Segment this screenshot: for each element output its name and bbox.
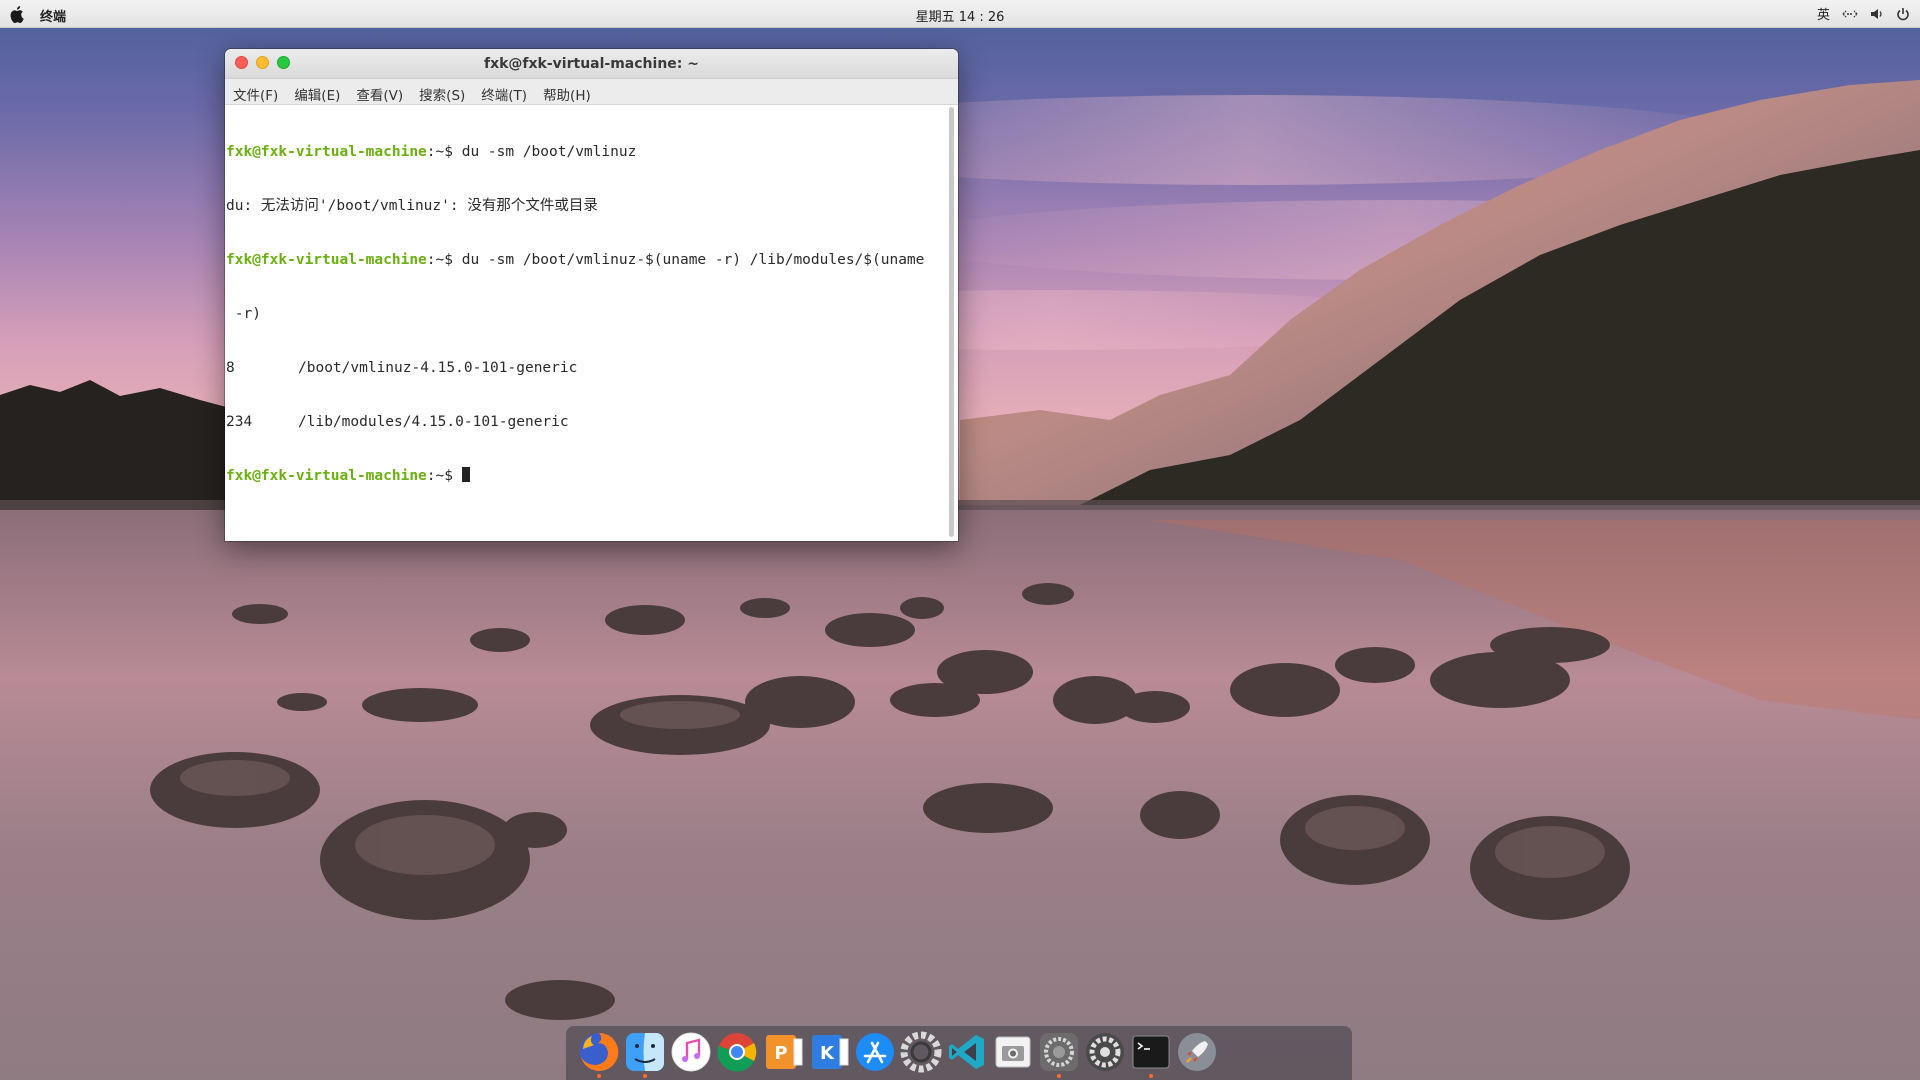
dock-item-vscode[interactable] [944,1029,990,1075]
screenshot-icon [995,1036,1031,1068]
command-text: du -sm /boot/vmlinuz [461,144,637,160]
finder-icon [626,1033,664,1071]
kingsoft-writer-icon: K [812,1035,849,1069]
running-indicator [1149,1074,1153,1078]
running-indicator [597,1074,601,1078]
terminal-line: fxk@fxk-virtual-machine:~$ du -sm /boot/… [226,143,945,161]
terminal-line: fxk@fxk-virtual-machine:~$ du -sm /boot/… [226,251,945,269]
terminal-line: 234/lib/modules/4.15.0-101-generic [226,413,945,431]
input-method-indicator[interactable]: 英 [1817,4,1830,23]
output-size: 234 [226,414,253,430]
window-titlebar[interactable]: fxk@fxk-virtual-machine: ~ [225,49,958,79]
error-text: du: 无法访问'/boot/vmlinuz': 没有那个文件或目录 [226,198,598,214]
terminal-output[interactable]: fxk@fxk-virtual-machine:~$ du -sm /boot/… [225,105,945,541]
terminal-icon [1132,1035,1170,1069]
output-size: 8 [226,360,235,376]
terminal-window[interactable]: fxk@fxk-virtual-machine: ~ 文件(F) 编辑(E) 查… [225,49,958,541]
running-indicator [643,1074,647,1078]
menu-file[interactable]: 文件(F) [225,79,286,104]
vscode-icon [949,1035,984,1069]
output-path: /lib/modules/4.15.0-101-generic [298,414,569,430]
output-path: /boot/vmlinuz-4.15.0-101-generic [298,360,578,376]
menu-search[interactable]: 搜索(S) [411,79,473,104]
prompt-suffix: :~$ [426,468,462,484]
terminal-menubar: 文件(F) 编辑(E) 查看(V) 搜索(S) 终端(T) 帮助(H) [225,79,958,105]
running-indicator [1057,1074,1061,1078]
text-cursor [461,467,470,482]
top-panel: 终端 星期五 14 : 26 英 [0,0,1920,28]
dock-item-wps-presentation[interactable]: P [760,1029,806,1075]
dock-item-chrome[interactable] [714,1029,760,1075]
menu-view[interactable]: 查看(V) [348,79,411,104]
dock-item-kingsoft-writer[interactable]: K [806,1029,852,1075]
launchpad-rocket-icon [1178,1033,1216,1071]
dock-item-app-store[interactable] [852,1029,898,1075]
dock-item-settings-gear[interactable] [1082,1029,1128,1075]
dock-item-terminal[interactable] [1128,1029,1174,1078]
prompt-user: fxk@fxk-virtual-machine [226,144,427,160]
settings-gear-icon [1086,1033,1124,1071]
svg-text:P: P [774,1043,787,1064]
dock-item-system-preferences[interactable] [1036,1029,1082,1078]
svg-text:K: K [820,1043,835,1064]
dock: P K [566,1025,1352,1080]
command-text: du -sm /boot/vmlinuz-$(uname -r) /lib/mo… [461,252,925,268]
system-tray: 英 [1817,4,1910,23]
menu-help[interactable]: 帮助(H) [535,79,599,104]
dock-item-itunes[interactable] [668,1029,714,1075]
command-wrap-text: -r) [226,306,261,322]
terminal-line: -r) [226,305,945,323]
dock-item-settings-ring[interactable] [898,1029,944,1075]
chrome-icon [717,1033,757,1072]
menu-edit[interactable]: 编辑(E) [286,79,348,104]
volume-icon[interactable] [1870,7,1884,21]
dock-item-firefox[interactable] [576,1029,622,1078]
power-icon[interactable] [1896,7,1910,21]
dock-item-launchpad[interactable] [1174,1029,1220,1075]
system-preferences-icon [1040,1033,1078,1071]
terminal-scrollbar[interactable] [949,107,954,537]
network-icon[interactable] [1842,7,1858,21]
settings-ring-icon [900,1031,942,1073]
terminal-line: fxk@fxk-virtual-machine:~$ [226,467,945,485]
terminal-line: 8/boot/vmlinuz-4.15.0-101-generic [226,359,945,377]
dock-item-finder[interactable] [622,1029,668,1078]
itunes-icon [671,1032,711,1072]
app-store-icon [856,1033,894,1071]
terminal-line: du: 无法访问'/boot/vmlinuz': 没有那个文件或目录 [226,197,945,215]
dock-item-screenshot[interactable] [990,1029,1036,1075]
menu-terminal[interactable]: 终端(T) [473,79,535,104]
window-title: fxk@fxk-virtual-machine: ~ [484,56,699,72]
prompt-suffix: :~$ [426,144,462,160]
prompt-user: fxk@fxk-virtual-machine [226,468,427,484]
wps-presentation-icon: P [766,1035,803,1069]
prompt-suffix: :~$ [426,252,462,268]
firefox-icon [580,1032,619,1071]
clock[interactable]: 星期五 14 : 26 [0,6,1920,25]
prompt-user: fxk@fxk-virtual-machine [226,252,427,268]
